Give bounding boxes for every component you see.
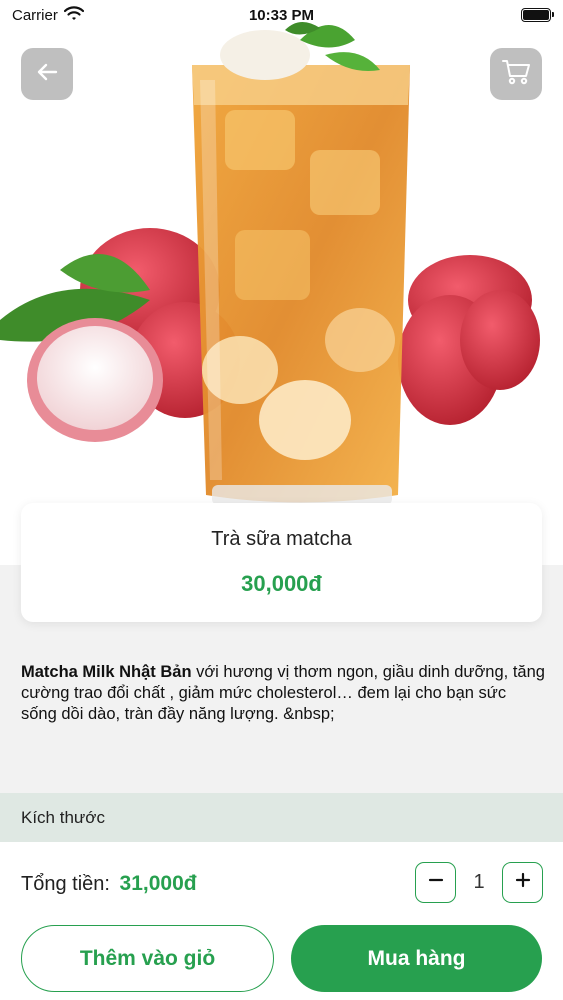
buy-now-button[interactable]: Mua hàng [291,925,542,992]
quantity-stepper: 1 [415,862,543,903]
status-left: Carrier [12,5,84,25]
product-description: Matcha Milk Nhật Bản với hương vị thơm n… [21,662,546,725]
plus-icon [515,872,531,893]
status-bar: Carrier 10:33 PM [0,0,563,30]
increase-quantity-button[interactable] [502,862,543,903]
carrier-label: Carrier [12,6,58,24]
decrease-quantity-button[interactable] [415,862,456,903]
quantity-value: 1 [473,871,485,893]
back-button[interactable] [21,48,73,100]
bottom-bar: Tổng tiền: 31,000đ 1 Thêm vào giỏ Mua hà… [0,842,563,1000]
total-value: 31,000đ [119,872,197,895]
cart-icon [501,58,531,91]
total-label: Tổng tiền: [21,873,110,895]
minus-icon [428,872,444,893]
total-price: Tổng tiền: 31,000đ [21,872,197,896]
product-image [0,0,563,565]
product-name: Trà sữa matcha [211,528,352,550]
wifi-icon [63,5,84,25]
arrow-left-icon [36,63,58,86]
size-section-title: Kích thước [21,808,105,827]
cart-button[interactable] [490,48,542,100]
status-time: 10:33 PM [248,6,315,24]
add-to-cart-button[interactable]: Thêm vào giỏ [21,925,274,992]
product-price: 30,000đ [241,571,322,596]
size-section: Kích thước [0,793,563,845]
battery-icon [521,8,554,22]
product-card: Trà sữa matcha 30,000đ [21,503,542,622]
description-highlight: Matcha Milk Nhật Bản [21,663,192,681]
